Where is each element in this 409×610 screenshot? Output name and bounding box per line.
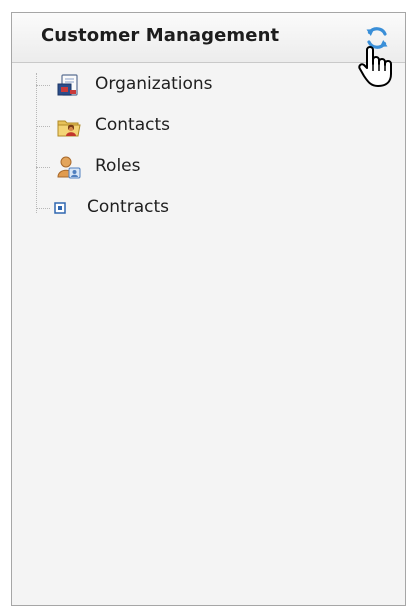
tree-item-roles[interactable]: Roles	[12, 153, 405, 183]
tree-item-label: Contracts	[87, 197, 169, 217]
roles-user-icon	[57, 156, 81, 179]
panel-header: Customer Management	[12, 13, 405, 63]
tree-branch-line	[36, 167, 50, 168]
tree-item-contacts[interactable]: Contacts	[12, 112, 405, 142]
refresh-icon[interactable]	[362, 23, 392, 53]
tree-branch-line	[36, 126, 50, 127]
panel-title: Customer Management	[41, 25, 280, 46]
tree-item-label: Roles	[95, 156, 141, 176]
customer-management-panel: Customer Management Organizations Contac…	[11, 12, 406, 606]
tree-item-label: Organizations	[95, 74, 213, 94]
tree-branch-line	[36, 85, 50, 86]
organization-document-icon	[57, 74, 78, 96]
tree-item-contracts[interactable]: Contracts	[12, 194, 405, 224]
contract-node-icon	[54, 202, 66, 214]
tree-branch-line	[36, 208, 50, 209]
tree-item-organizations[interactable]: Organizations	[12, 71, 405, 101]
contacts-folder-icon	[57, 120, 81, 137]
tree-item-label: Contacts	[95, 115, 170, 135]
